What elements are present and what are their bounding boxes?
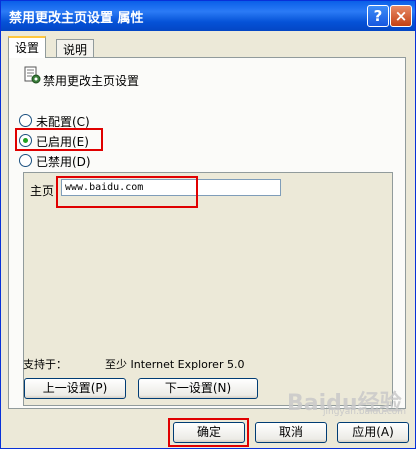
watermark-url: jingyan.baidu.com <box>323 407 407 417</box>
radio-label-disabled: 已禁用(D) <box>36 155 91 169</box>
window-title: 禁用更改主页设置 属性 <box>9 11 144 26</box>
apply-button[interactable]: 应用(A) <box>337 422 409 443</box>
close-button[interactable]: × <box>390 5 412 27</box>
radio-not-configured[interactable] <box>19 114 32 127</box>
cancel-button[interactable]: 取消 <box>255 422 327 443</box>
policy-setting-icon <box>24 66 41 84</box>
settings-panel: 禁用更改主页设置 未配置(C) 已启用(E) 已禁用(D) 主页 www.bai… <box>8 57 406 409</box>
next-setting-button[interactable]: 下一设置(N) <box>138 378 258 399</box>
support-value: 至少 Internet Explorer 5.0 <box>105 358 245 371</box>
help-button[interactable]: ? <box>367 5 389 27</box>
enabled-highlight-box <box>15 128 103 151</box>
properties-dialog: 禁用更改主页设置 属性 ? × 设置 说明 禁用更改主页设置 未配置(C) 已启… <box>0 0 416 449</box>
tab-settings[interactable]: 设置 <box>8 36 47 58</box>
title-bar[interactable]: 禁用更改主页设置 属性 ? × <box>1 1 415 31</box>
support-label: 支持于： <box>23 358 67 371</box>
ok-highlight-box <box>168 418 249 447</box>
prev-setting-button[interactable]: 上一设置(P) <box>24 378 126 399</box>
homepage-highlight-box <box>56 176 198 208</box>
setting-name: 禁用更改主页设置 <box>43 74 140 88</box>
tab-explain[interactable]: 说明 <box>56 39 95 59</box>
homepage-label: 主页 <box>30 184 55 198</box>
radio-disabled[interactable] <box>19 154 32 167</box>
